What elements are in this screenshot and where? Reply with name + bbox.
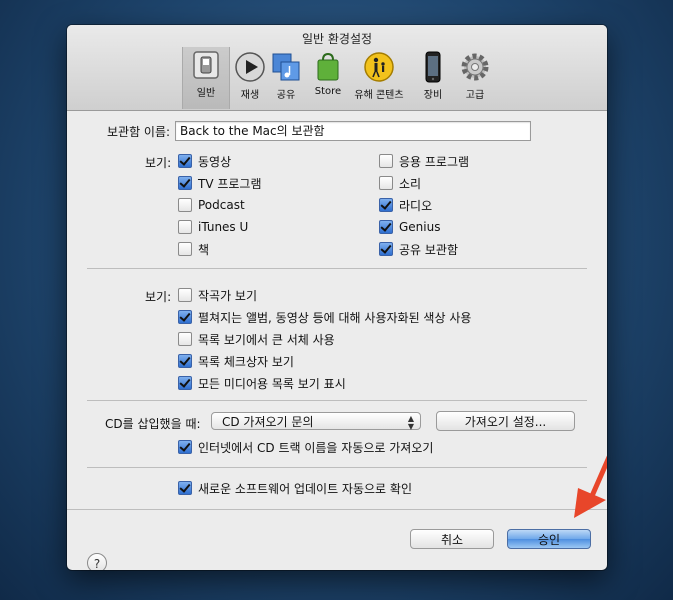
checkbox-box[interactable] xyxy=(178,376,192,390)
tab-devices[interactable]: 장비 xyxy=(410,49,456,105)
checkbox-podcast[interactable]: Podcast xyxy=(178,196,245,214)
checkbox-box[interactable] xyxy=(178,440,192,454)
separator xyxy=(67,509,607,510)
checkbox-label: 라디오 xyxy=(399,198,433,213)
sharing-icon xyxy=(272,53,300,81)
toolbar: 일반 환경설정 일반 재생 공유 Store 유해 콘텐츠 장비 고급 xyxy=(67,25,607,111)
tab-devices-label: 장비 xyxy=(423,90,443,101)
gear-icon xyxy=(461,53,489,81)
cancel-button[interactable]: 취소 xyxy=(410,529,494,549)
separator xyxy=(87,467,587,468)
library-name-label: 보관함 이름: xyxy=(107,125,171,139)
checkbox-label: 모든 미디어용 목록 보기 표시 xyxy=(198,376,346,391)
checkbox-apps[interactable]: 응용 프로그램 xyxy=(379,152,469,170)
checkbox-label: 소리 xyxy=(399,176,422,191)
checkbox-books[interactable]: 책 xyxy=(178,240,209,258)
checkbox-genius[interactable]: Genius xyxy=(379,218,440,236)
tab-parental-label: 유해 콘텐츠 xyxy=(354,90,404,101)
cd-insert-label: CD를 삽입했을 때: xyxy=(105,417,201,431)
checkbox-label: TV 프로그램 xyxy=(198,176,262,191)
tab-store-label: Store xyxy=(314,86,342,97)
checkbox-tones[interactable]: 소리 xyxy=(379,174,421,192)
tab-advanced[interactable]: 고급 xyxy=(452,49,498,105)
checkbox-box[interactable] xyxy=(178,220,192,234)
store-bag-icon xyxy=(317,52,339,81)
checkbox-label: iTunes U xyxy=(198,220,249,234)
tab-store[interactable]: Store xyxy=(305,49,351,105)
checkbox-box[interactable] xyxy=(178,332,192,346)
checkbox-label: 책 xyxy=(198,242,210,257)
checkbox-shared-libraries[interactable]: 공유 보관함 xyxy=(379,240,458,258)
tab-parental[interactable]: 유해 콘텐츠 xyxy=(350,49,408,105)
checkbox-box[interactable] xyxy=(379,154,393,168)
separator xyxy=(87,268,587,269)
checkbox-box[interactable] xyxy=(379,242,393,256)
checkbox-auto-track-names[interactable]: 인터넷에서 CD 트랙 이름을 자동으로 가져오기 xyxy=(178,438,433,456)
help-button[interactable]: ? xyxy=(87,553,107,570)
checkbox-list-checkboxes[interactable]: 목록 체크상자 보기 xyxy=(178,352,294,370)
checkbox-radio[interactable]: 라디오 xyxy=(379,196,432,214)
checkbox-box[interactable] xyxy=(379,220,393,234)
popup-arrows-icon: ▲ ▼ xyxy=(407,414,414,431)
checkbox-label: 동영상 xyxy=(198,154,232,169)
checkbox-box[interactable] xyxy=(178,354,192,368)
checkbox-label: Genius xyxy=(399,220,441,234)
checkbox-box[interactable] xyxy=(178,176,192,190)
checkbox-box[interactable] xyxy=(178,481,192,495)
checkbox-check-updates[interactable]: 새로운 소프트웨어 업데이트 자동으로 확인 xyxy=(178,479,412,497)
tab-advanced-label: 고급 xyxy=(465,90,485,101)
checkbox-label: Podcast xyxy=(198,198,245,212)
play-icon xyxy=(235,52,265,82)
tab-sharing[interactable]: 공유 xyxy=(263,49,309,105)
checkbox-large-text[interactable]: 목록 보기에서 큰 서체 사용 xyxy=(178,330,335,348)
tab-general-label: 일반 xyxy=(196,88,216,99)
annotation-arrow-icon xyxy=(574,455,607,518)
checkbox-box[interactable] xyxy=(178,198,192,212)
checkbox-box[interactable] xyxy=(379,176,393,190)
checkbox-movies[interactable]: 동영상 xyxy=(178,152,231,170)
preferences-window: 일반 환경설정 일반 재생 공유 Store 유해 콘텐츠 장비 고급 보관함 … xyxy=(67,25,607,570)
checkbox-show-composers[interactable]: 작곡가 보기 xyxy=(178,286,257,304)
checkbox-label: 인터넷에서 CD 트랙 이름을 자동으로 가져오기 xyxy=(198,440,434,455)
checkbox-custom-colors[interactable]: 펼쳐지는 앨범, 동영상 등에 대해 사용자화된 색상 사용 xyxy=(178,308,471,326)
checkbox-label: 공유 보관함 xyxy=(399,242,459,257)
tab-general[interactable]: 일반 xyxy=(182,47,230,109)
parental-icon xyxy=(364,52,394,82)
checkbox-label: 새로운 소프트웨어 업데이트 자동으로 확인 xyxy=(198,481,412,496)
show-sources-label: 보기: xyxy=(145,156,172,170)
device-icon xyxy=(425,51,441,83)
checkbox-label: 응용 프로그램 xyxy=(399,154,470,169)
view-options-label: 보기: xyxy=(145,290,172,304)
checkbox-box[interactable] xyxy=(178,154,192,168)
checkbox-list-view-all-media[interactable]: 모든 미디어용 목록 보기 표시 xyxy=(178,374,346,392)
cd-insert-popup[interactable]: CD 가져오기 문의 ▲ ▼ xyxy=(211,412,421,431)
tab-sharing-label: 공유 xyxy=(276,90,296,101)
checkbox-box[interactable] xyxy=(178,310,192,324)
ok-button[interactable]: 승인 xyxy=(507,529,591,549)
checkbox-itunes-u[interactable]: iTunes U xyxy=(178,218,248,236)
separator xyxy=(87,400,587,401)
checkbox-label: 펼쳐지는 앨범, 동영상 등에 대해 사용자화된 색상 사용 xyxy=(198,310,472,325)
cd-insert-popup-value: CD 가져오기 문의 xyxy=(222,415,314,429)
checkbox-box[interactable] xyxy=(178,242,192,256)
checkbox-label: 작곡가 보기 xyxy=(198,288,258,303)
checkbox-label: 목록 체크상자 보기 xyxy=(198,354,294,369)
library-name-field[interactable]: Back to the Mac의 보관함 xyxy=(175,121,531,141)
checkbox-tv-shows[interactable]: TV 프로그램 xyxy=(178,174,262,192)
checkbox-box[interactable] xyxy=(178,288,192,302)
checkbox-label: 목록 보기에서 큰 서체 사용 xyxy=(198,332,335,347)
checkbox-box[interactable] xyxy=(379,198,393,212)
general-switch-icon xyxy=(193,51,219,79)
general-pane: 보관함 이름: Back to the Mac의 보관함 보기: 동영상 TV … xyxy=(67,111,607,570)
import-settings-button[interactable]: 가져오기 설정... xyxy=(436,411,575,431)
window-title: 일반 환경설정 xyxy=(301,32,373,46)
